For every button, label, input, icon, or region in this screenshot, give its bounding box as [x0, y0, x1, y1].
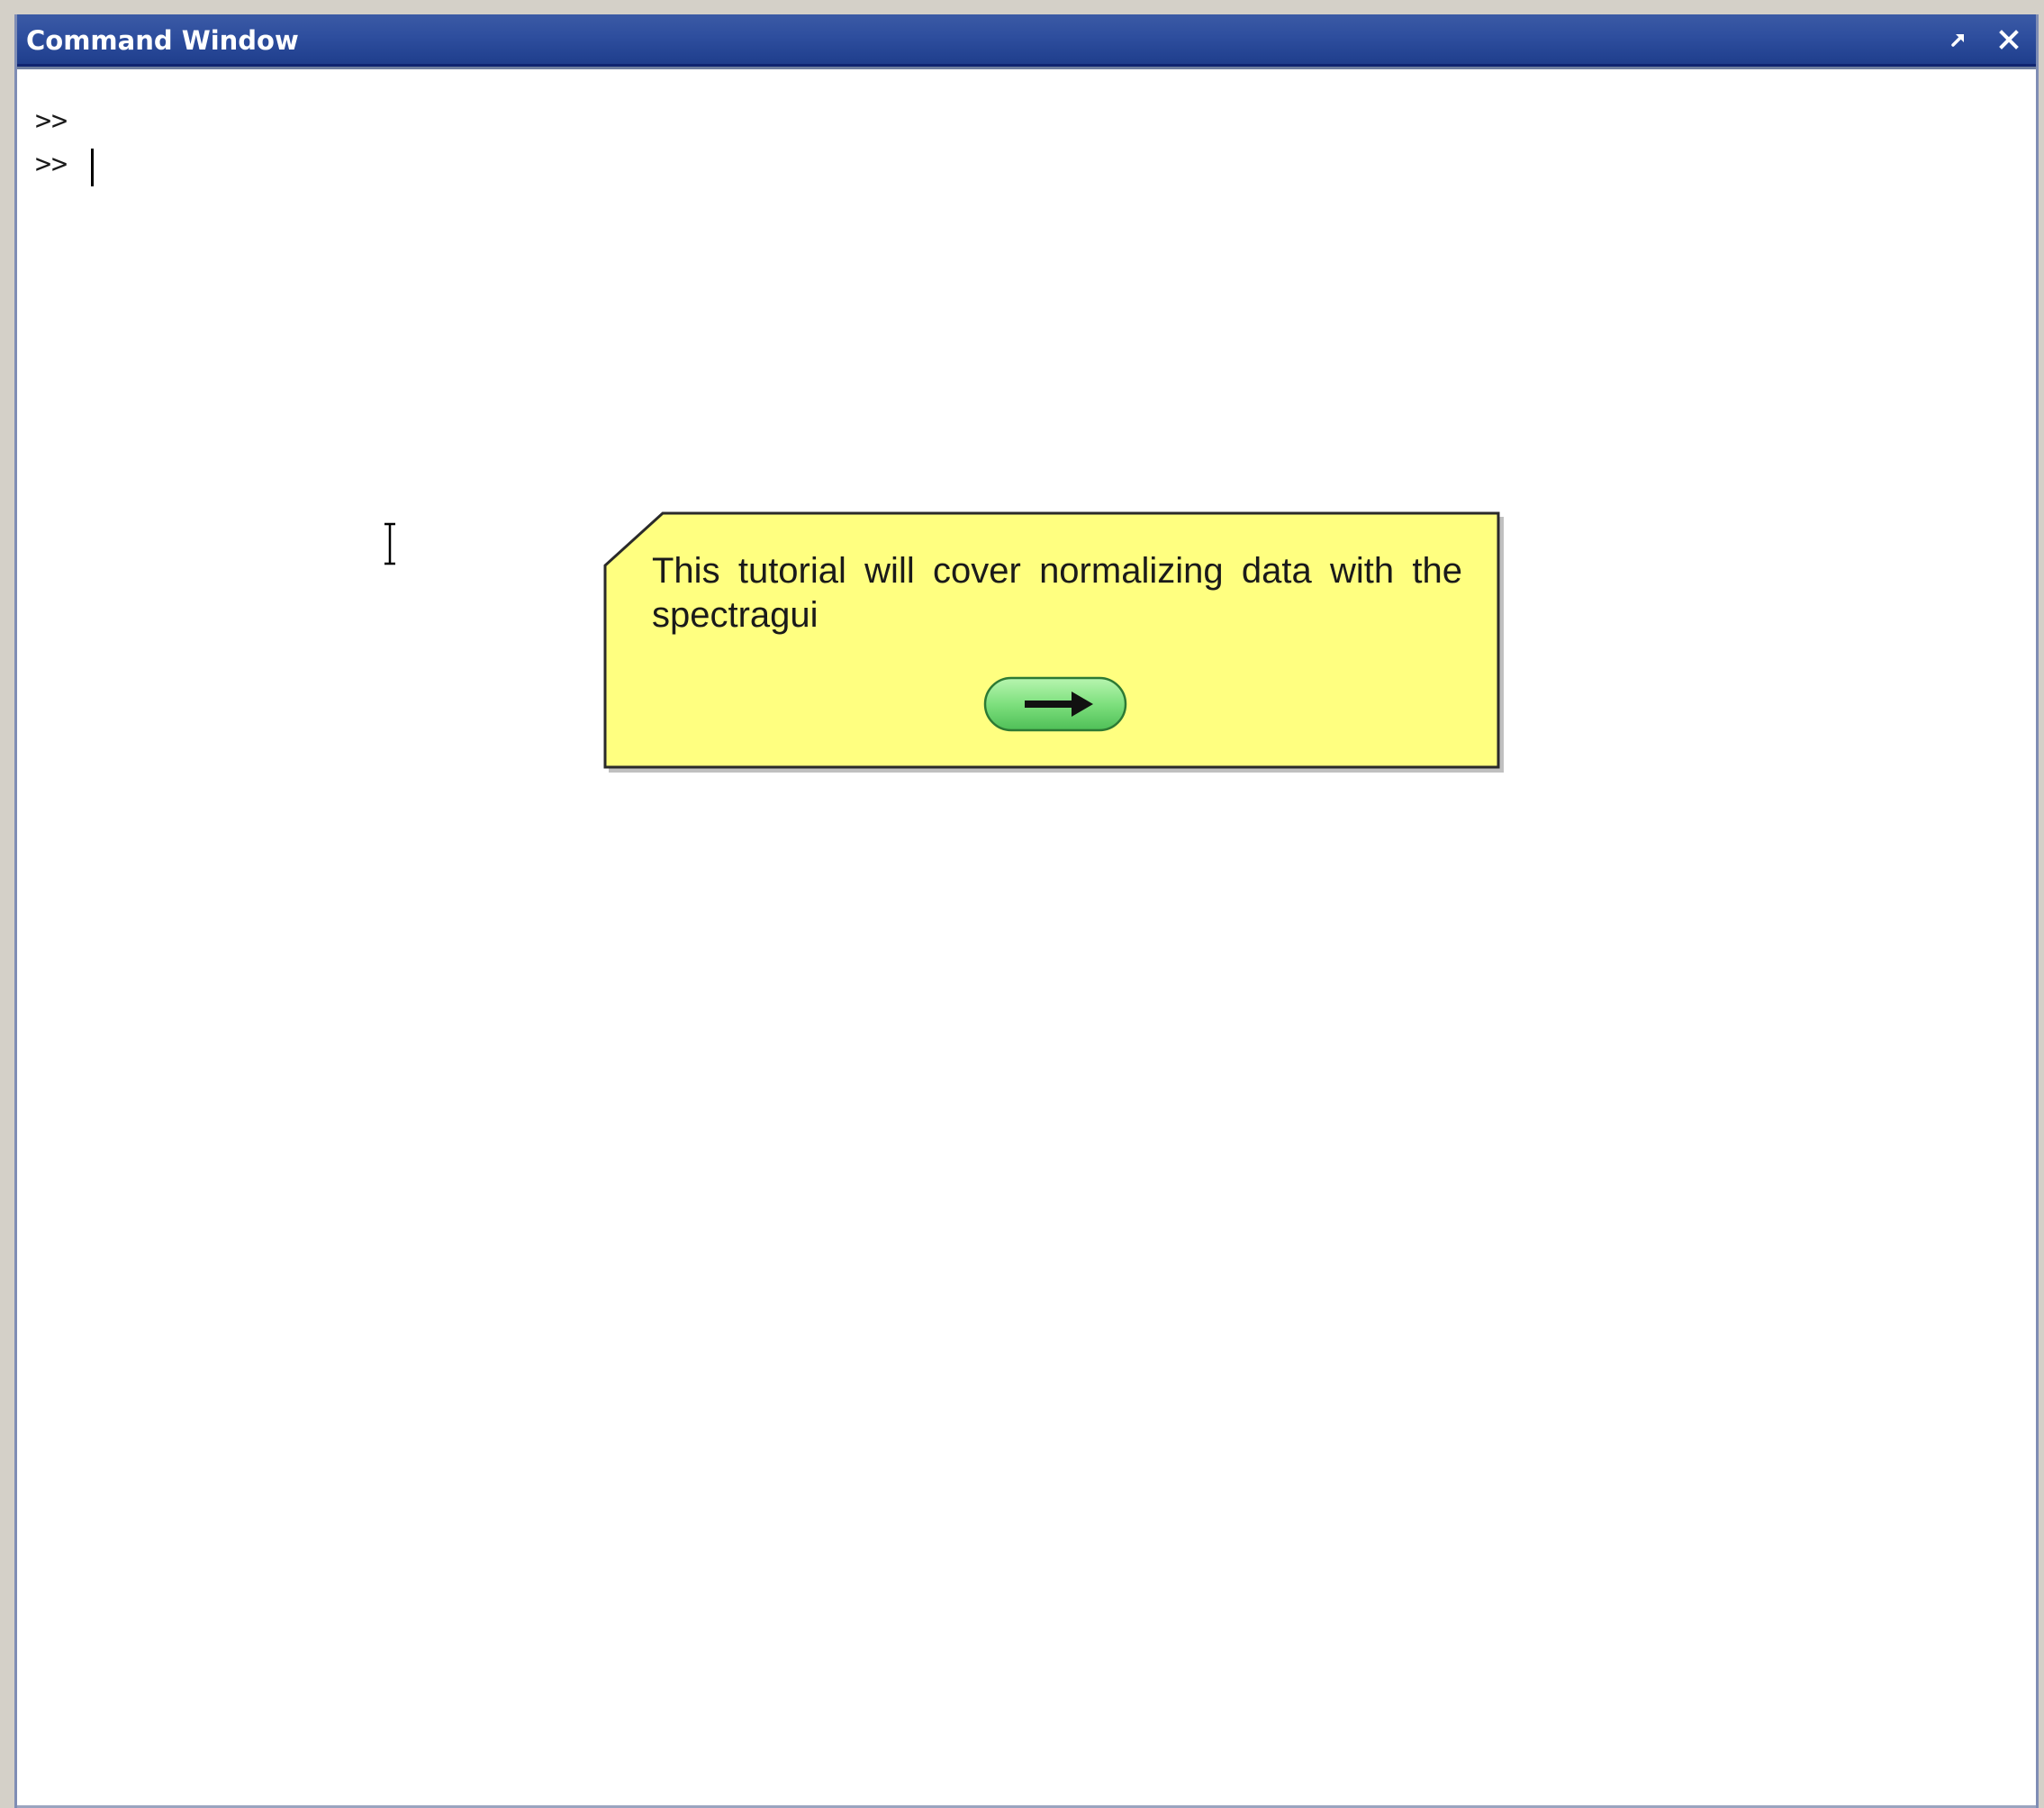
tutorial-message: This tutorial will cover normalizing dat…: [652, 551, 1462, 635]
command-window: Command Window >> >> This tutorial will …: [14, 14, 2039, 1808]
window-title: Command Window: [26, 25, 299, 56]
prompt-line: >>: [35, 105, 68, 137]
text-caret: [91, 149, 94, 186]
title-bar[interactable]: Command Window: [17, 14, 2036, 67]
close-icon: [1999, 30, 2019, 50]
console-area[interactable]: >> >>: [17, 67, 2036, 1808]
close-button[interactable]: [1991, 22, 2027, 58]
prompt-line-active[interactable]: >>: [35, 149, 84, 181]
undock-arrow-icon: [1951, 34, 1964, 47]
desktop: Command Window >> >> This tutorial will …: [0, 0, 2044, 1808]
callout-shape: [603, 511, 1504, 773]
right-arrow-icon: [983, 676, 1127, 732]
undock-button[interactable]: [1940, 22, 1976, 58]
tutorial-callout: This tutorial will cover normalizing dat…: [598, 506, 1507, 776]
ibeam-cursor-icon: [384, 522, 395, 565]
next-button[interactable]: [983, 676, 1127, 732]
